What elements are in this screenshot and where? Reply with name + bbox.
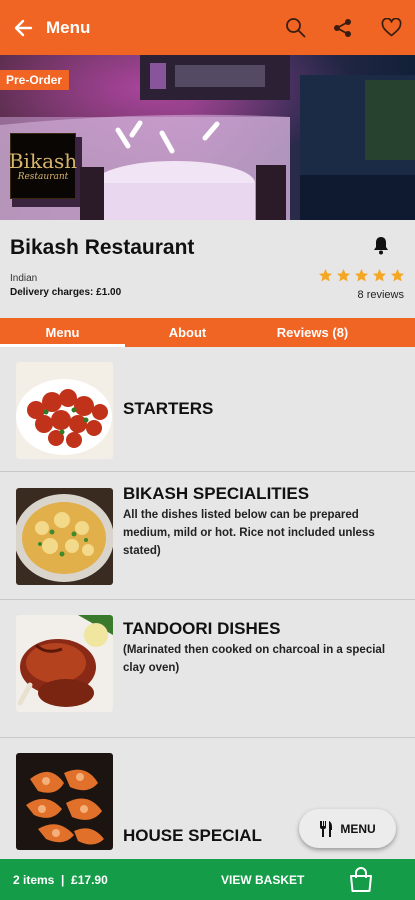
star-icon [336,268,351,282]
restaurant-hero-image: Pre-Order Bikash Restaurant [0,55,415,220]
floating-menu-label: MENU [340,821,376,836]
specialities-image [16,488,113,585]
tab-bar: Menu About Reviews (8) [0,318,415,347]
logo-subtext: Restaurant [17,172,69,182]
cutlery-icon [320,820,333,837]
back-arrow-icon [14,19,33,36]
basket-summary: 2 items | £17.90 [13,872,108,887]
reviews-count[interactable]: 8 reviews [358,289,404,301]
restaurant-name: Bikash Restaurant [10,236,195,259]
category-title: HOUSE SPECIAL [123,826,262,845]
restaurant-logo: Bikash Restaurant [8,133,78,199]
starters-image [16,362,113,459]
category-bikash-specialities[interactable]: BIKASH SPECIALITIES All the dishes liste… [0,472,415,600]
star-icon [390,268,405,282]
share-button[interactable] [319,0,367,55]
star-icon [318,268,333,282]
pre-order-badge: Pre-Order [0,70,70,90]
star-icon [372,268,387,282]
category-description: (Marinated then cooked on charcoal in a … [123,644,386,674]
menu-category-list: STARTERS BIKASH SPECIALITIES All the dis… [0,347,415,859]
category-title: STARTERS [123,399,214,418]
tandoori-image [16,615,113,712]
app-bar: Menu [0,0,415,55]
category-title: TANDOORI DISHES [123,619,281,638]
floating-menu-button[interactable]: MENU [299,809,396,848]
category-tandoori-dishes[interactable]: TANDOORI DISHES (Marinated then cooked o… [0,600,415,738]
view-basket-button[interactable]: VIEW BASKET [221,873,304,887]
heart-icon [381,18,401,37]
category-starters[interactable]: STARTERS [0,347,415,472]
house-special-image [16,753,113,850]
restaurant-info: Bikash Restaurant Indian Delivery charge… [0,220,415,318]
share-icon [334,18,351,37]
rating-stars [318,268,405,283]
bell-icon [374,237,388,255]
delivery-charges: Delivery charges: £1.00 [10,287,122,298]
category-description: All the dishes listed below can be prepa… [123,509,375,557]
category-title: BIKASH SPECIALITIES [123,484,310,503]
shopping-bag-icon [350,867,372,892]
star-icon [354,268,369,282]
cuisine-label: Indian [10,273,38,284]
search-button[interactable] [271,0,319,55]
tab-menu[interactable]: Menu [0,318,125,347]
page-title: Menu [46,17,91,37]
tab-about[interactable]: About [125,318,250,347]
basket-button[interactable] [348,867,374,896]
basket-bar[interactable]: 2 items | £17.90 VIEW BASKET [0,859,415,900]
tab-reviews[interactable]: Reviews (8) [250,318,375,347]
back-button[interactable] [0,0,46,55]
search-icon [285,18,305,38]
notify-button[interactable] [372,235,390,260]
favorite-button[interactable] [367,0,415,55]
logo-text: Bikash [8,149,78,173]
